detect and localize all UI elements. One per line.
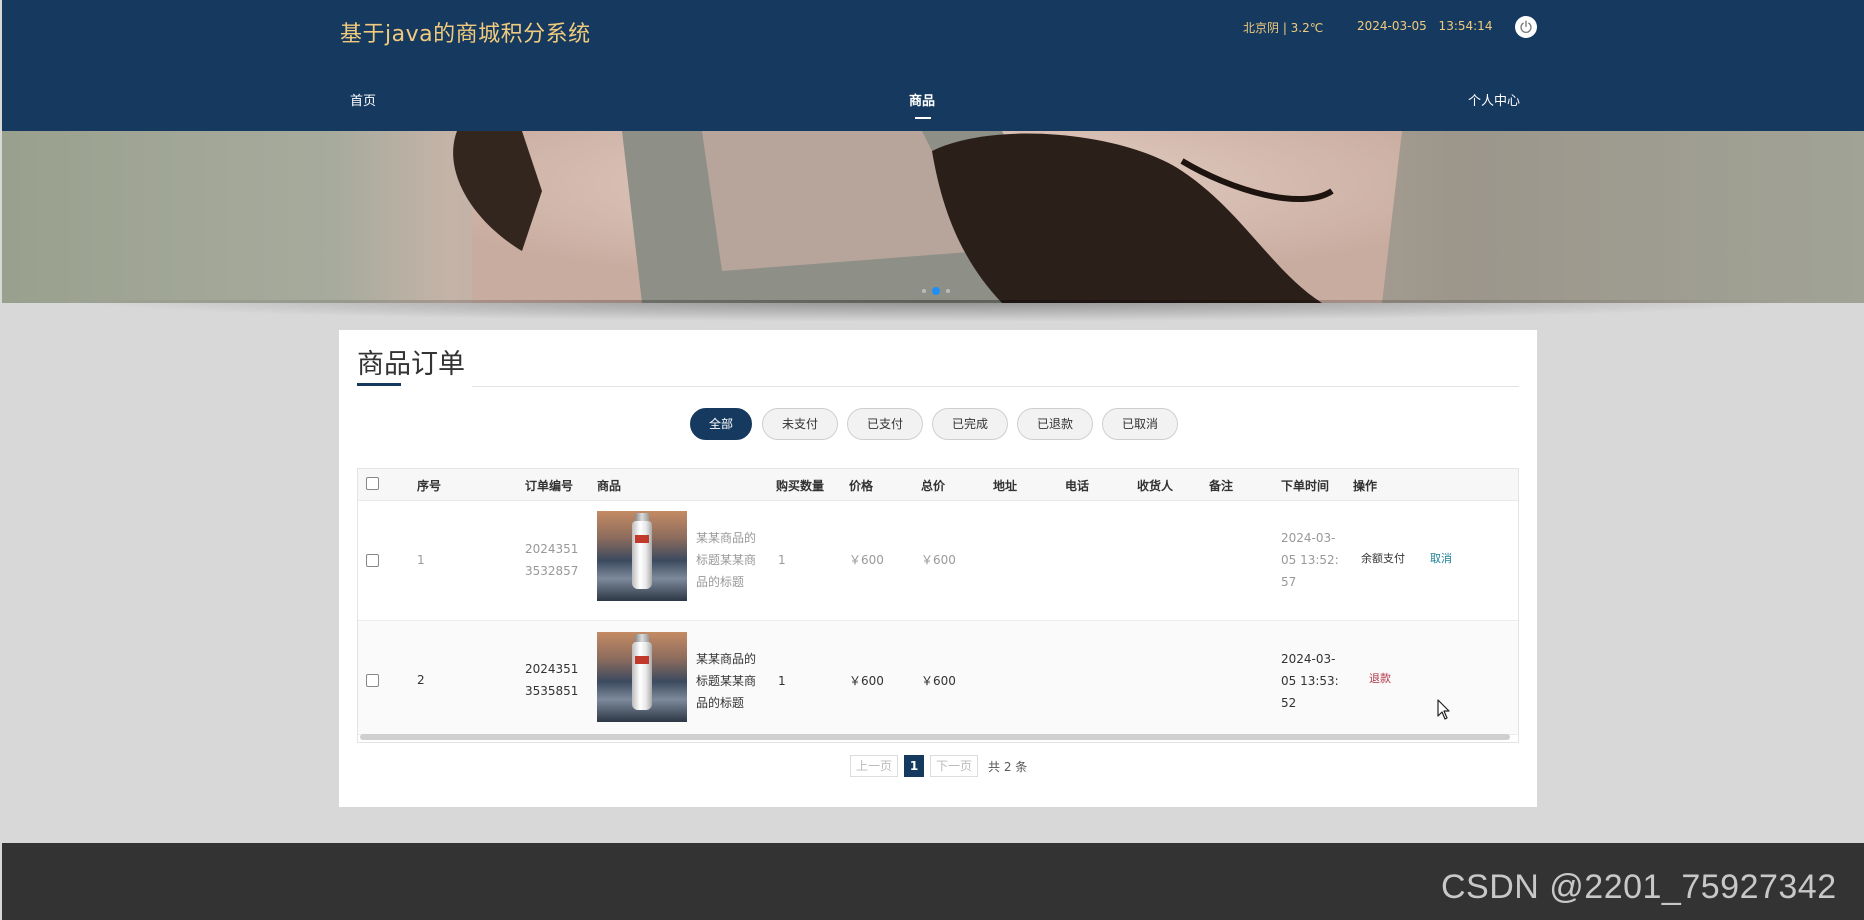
- orders-table: 序号 订单编号 商品 购买数量 价格 总价 地址 电话 收货人 备注 下单时间 …: [357, 468, 1519, 743]
- title-accent-bar: [357, 383, 401, 386]
- title-divider: [472, 386, 1519, 387]
- product-name[interactable]: 某某商品的 标题某某商 品的标题: [696, 527, 766, 593]
- col-order-no: 订单编号: [525, 479, 574, 493]
- order-time-line: 2024-03-: [1281, 531, 1336, 545]
- col-total: 总价: [921, 479, 946, 493]
- order-time-line: 2024-03-: [1281, 652, 1336, 666]
- row-checkbox[interactable]: [366, 674, 379, 687]
- row-checkbox[interactable]: [366, 554, 379, 567]
- carousel-dot[interactable]: [922, 289, 926, 293]
- nav-personal-center[interactable]: 个人中心: [1468, 90, 1520, 109]
- product-name-line: 标题某某商: [696, 553, 757, 567]
- order-time: 2024-03- 05 13:52: 57: [1281, 527, 1339, 593]
- tab-cancelled[interactable]: 已取消: [1102, 408, 1178, 440]
- top-header: 基于java的商城积分系统 北京阴 | 3.2℃ 2024-03-05 13:5…: [2, 0, 1864, 67]
- col-actions: 操作: [1353, 479, 1378, 493]
- page-title: 商品订单: [357, 349, 465, 380]
- order-number-part: 2024351: [525, 662, 579, 676]
- prev-page-button[interactable]: 上一页: [850, 755, 898, 777]
- col-remark: 备注: [1209, 479, 1234, 493]
- order-number-part: 3532857: [525, 564, 579, 578]
- logout-button[interactable]: [1515, 16, 1537, 38]
- col-phone: 电话: [1065, 479, 1090, 493]
- order-time: 2024-03- 05 13:53: 52: [1281, 648, 1339, 714]
- col-price: 价格: [849, 479, 874, 493]
- total-price: ￥600: [921, 553, 956, 567]
- power-icon: [1520, 20, 1532, 33]
- price: ￥600: [849, 674, 884, 688]
- orders-panel: 商品订单 全部 未支付 已支付 已完成 已退款 已取消 序号 订单编号 商品 购…: [339, 330, 1537, 807]
- bottle-label-shape: [635, 656, 649, 664]
- order-number-part: 3535851: [525, 684, 579, 698]
- col-product: 商品: [597, 479, 622, 493]
- order-time-line: 05 13:52:: [1281, 553, 1339, 567]
- order-number: 2024351 3535851: [525, 658, 578, 702]
- quantity: 1: [778, 553, 786, 567]
- mouse-cursor-icon: [1437, 699, 1450, 720]
- price: ￥600: [849, 553, 884, 567]
- product-name-line: 品的标题: [696, 696, 745, 710]
- banner-image: [453, 131, 1402, 303]
- total-price: ￥600: [921, 674, 956, 688]
- product-name-line: 某某商品的: [696, 531, 757, 545]
- bottle-shape: [632, 642, 652, 710]
- quantity: 1: [778, 674, 786, 688]
- row-index: 1: [417, 553, 425, 567]
- col-index: 序号: [417, 479, 442, 493]
- order-number: 2024351 3532857: [525, 538, 578, 582]
- csdn-watermark: CSDN @2201_75927342: [1441, 868, 1837, 906]
- weather-info: 北京阴 | 3.2℃: [1243, 21, 1324, 35]
- product-name[interactable]: 某某商品的 标题某某商 品的标题: [696, 648, 766, 714]
- product-thumbnail[interactable]: [597, 632, 687, 722]
- product-name-line: 标题某某商: [696, 674, 757, 688]
- order-number-part: 2024351: [525, 542, 579, 556]
- banner-shadow: [60, 300, 1810, 322]
- product-name-line: 某某商品的: [696, 652, 757, 666]
- main-nav: 首页 商品 个人中心: [2, 67, 1864, 131]
- cancel-order-button[interactable]: 取消: [1430, 548, 1452, 570]
- bottle-label-shape: [635, 535, 649, 543]
- nav-home[interactable]: 首页: [350, 90, 376, 109]
- col-order-time: 下单时间: [1281, 479, 1330, 493]
- nav-goods[interactable]: 商品: [909, 90, 935, 109]
- product-name-line: 品的标题: [696, 575, 745, 589]
- nav-active-indicator: [915, 117, 931, 119]
- order-time-line: 52: [1281, 696, 1297, 710]
- current-datetime: 2024-03-05 13:54:14: [1357, 19, 1493, 33]
- select-all-checkbox[interactable]: [366, 477, 379, 490]
- product-thumbnail[interactable]: [597, 511, 687, 601]
- tab-paid[interactable]: 已支付: [847, 408, 923, 440]
- col-address: 地址: [993, 479, 1018, 493]
- tab-completed[interactable]: 已完成: [932, 408, 1008, 440]
- table-row: 2 2024351 3535851 某某商品的 标题某某商 品的标题 1 ￥60…: [358, 621, 1518, 735]
- horizontal-scrollbar[interactable]: [360, 734, 1510, 740]
- page-number-current[interactable]: 1: [904, 755, 924, 777]
- order-time-line: 05 13:53:: [1281, 674, 1339, 688]
- order-time-line: 57: [1281, 575, 1297, 589]
- col-quantity: 购买数量: [776, 479, 825, 493]
- carousel-dot-active[interactable]: [932, 287, 940, 295]
- tab-refunded[interactable]: 已退款: [1017, 408, 1093, 440]
- col-receiver: 收货人: [1137, 479, 1174, 493]
- carousel-dot[interactable]: [946, 289, 950, 293]
- refund-button[interactable]: 退款: [1369, 668, 1391, 690]
- tab-unpaid[interactable]: 未支付: [762, 408, 838, 440]
- total-count: 共 2 条: [988, 760, 1028, 774]
- site-title: 基于java的商城积分系统: [340, 22, 591, 47]
- banner-carousel[interactable]: [2, 131, 1864, 303]
- balance-pay-button[interactable]: 余额支付: [1361, 548, 1405, 570]
- next-page-button[interactable]: 下一页: [930, 755, 978, 777]
- table-header: 序号 订单编号 商品 购买数量 价格 总价 地址 电话 收货人 备注 下单时间 …: [358, 469, 1518, 501]
- table-row: 1 2024351 3532857 某某商品的 标题某某商 品的标题 1 ￥60…: [358, 501, 1518, 621]
- pagination: 上一页 1 下一页 共 2 条: [339, 755, 1537, 777]
- tab-all[interactable]: 全部: [690, 408, 752, 440]
- bottle-shape: [632, 521, 652, 589]
- row-index: 2: [417, 673, 425, 687]
